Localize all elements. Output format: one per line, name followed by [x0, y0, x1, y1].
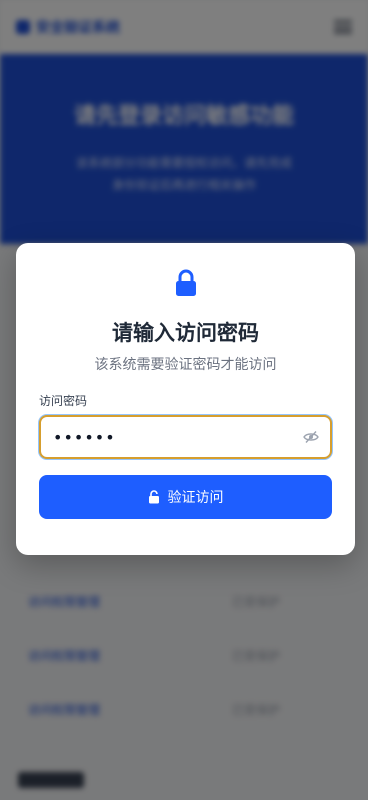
password-input[interactable]: [53, 427, 302, 447]
password-label: 访问密码: [39, 394, 88, 408]
lock-icon: [175, 269, 196, 296]
dialog-title: 请输入访问密码: [112, 321, 259, 345]
verify-access-label: 验证访问: [167, 490, 224, 506]
eye-slash-icon[interactable]: [302, 428, 320, 446]
password-dialog: 请输入访问密码 该系统需要验证密码才能访问 访问密码 验证访问: [16, 243, 355, 555]
page: 安全验证系统 请先登录访问敏感功能 该系统部分功能需要授权访问，请先完成 身份验…: [0, 0, 368, 800]
password-field[interactable]: [39, 415, 332, 459]
verify-access-button[interactable]: 验证访问: [39, 475, 332, 519]
dialog-subtitle: 该系统需要验证密码才能访问: [94, 357, 277, 373]
unlock-icon: [148, 490, 159, 504]
